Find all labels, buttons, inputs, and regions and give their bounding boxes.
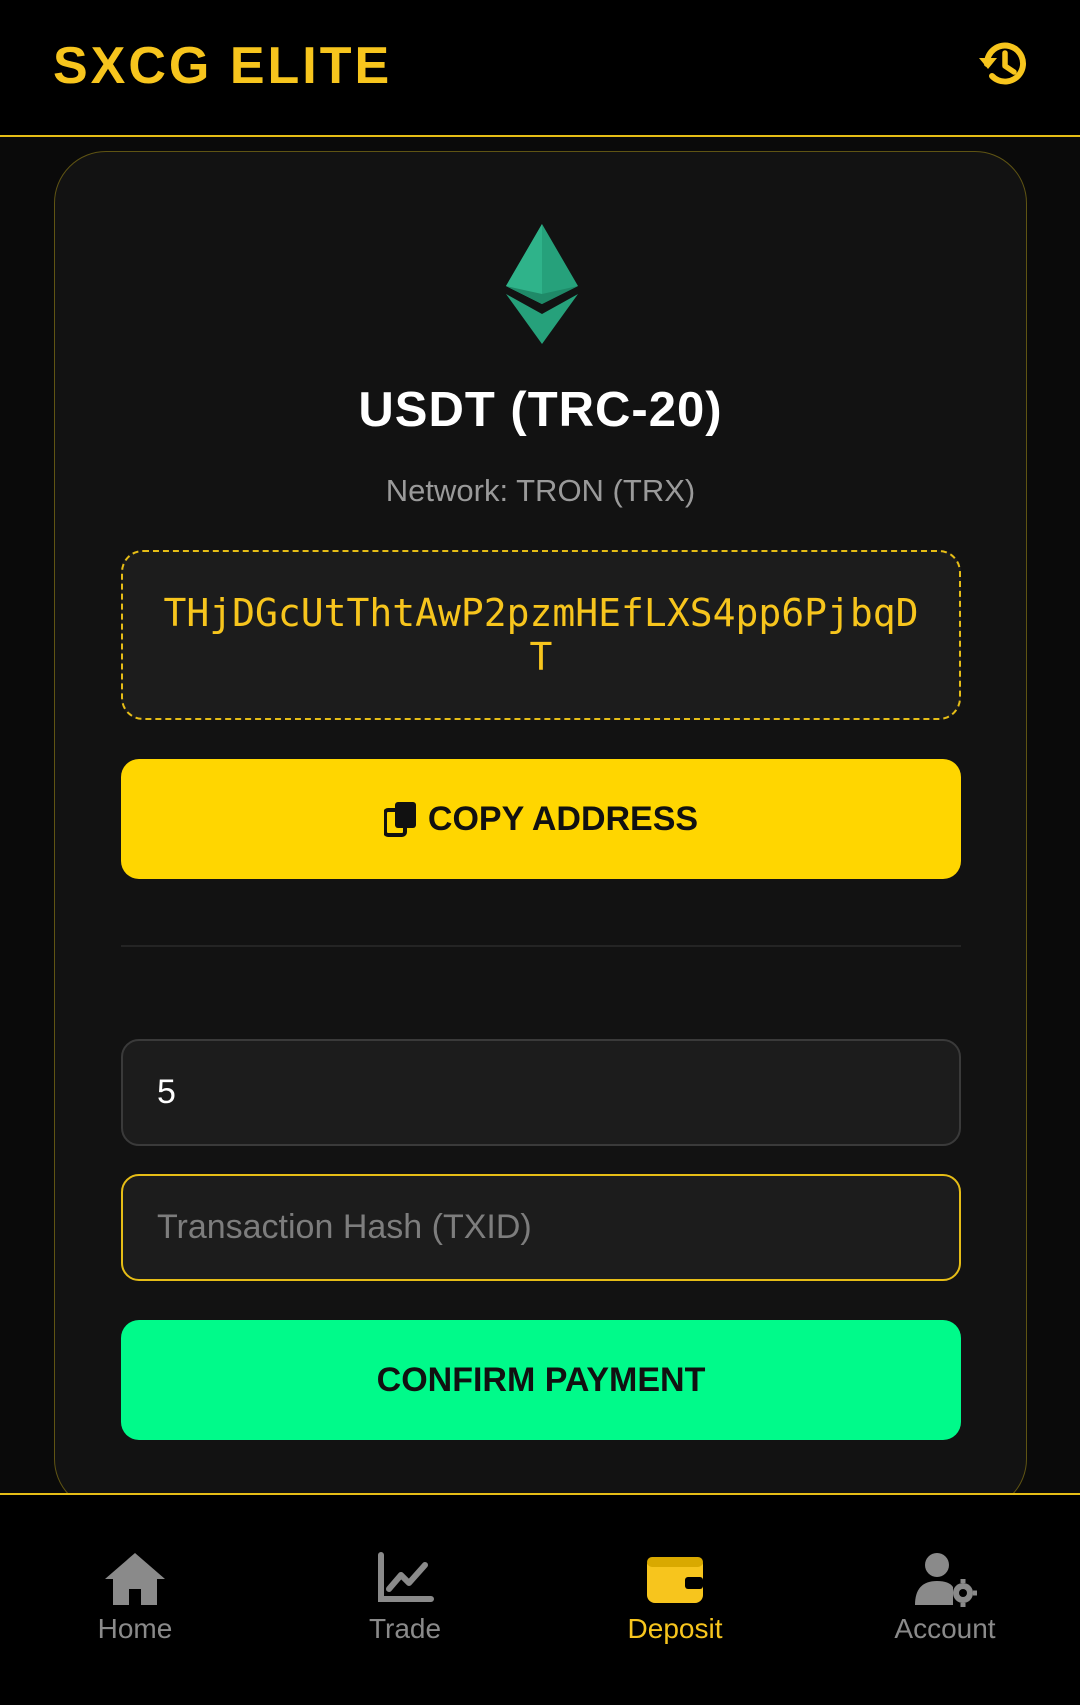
- copy-address-label: COPY ADDRESS: [427, 799, 699, 838]
- app-header: SXCG ELITE: [0, 0, 1080, 137]
- chart-line-icon: [378, 1552, 434, 1602]
- nav-item-account[interactable]: Account: [845, 1551, 1045, 1651]
- wallet-address-box[interactable]: THjDGcUtThtAwP2pzmHEfLXS4pp6PjbqDT: [121, 550, 961, 720]
- confirm-payment-button[interactable]: CONFIRM PAYMENT: [121, 1320, 961, 1440]
- divider: [121, 945, 961, 947]
- nav-label-trade: Trade: [368, 1613, 442, 1644]
- copy-icon: [383, 802, 416, 837]
- copy-address-button[interactable]: COPY ADDRESS: [121, 759, 961, 879]
- coin-title: USDT (TRC-20): [358, 383, 723, 437]
- network-label: Network: TRON (TRX): [385, 473, 696, 508]
- nav-label-home: Home: [97, 1613, 173, 1644]
- wallet-address: THjDGcUtThtAwP2pzmHEfLXS4pp6PjbqDT: [163, 591, 919, 679]
- home-icon: [105, 1553, 165, 1605]
- nav-label-deposit: Deposit: [627, 1613, 723, 1644]
- nav-item-trade[interactable]: Trade: [305, 1551, 505, 1651]
- history-icon[interactable]: [975, 36, 1031, 92]
- user-gear-icon: [915, 1553, 977, 1607]
- ethereum-icon: [500, 224, 584, 344]
- deposit-card: USDT (TRC-20) Network: TRON (TRX) THjDGc…: [54, 151, 1027, 1511]
- bottom-nav: Home Trade Deposit Account: [0, 1493, 1080, 1705]
- amount-input[interactable]: [157, 1073, 925, 1112]
- nav-item-deposit[interactable]: Deposit: [575, 1551, 775, 1651]
- brand-title: SXCG ELITE: [53, 37, 393, 95]
- deposit-screen: SXCG ELITE USDT (TRC-20) Network: TRON (…: [0, 0, 1080, 1705]
- txid-field[interactable]: [121, 1174, 961, 1281]
- nav-label-account: Account: [894, 1613, 996, 1644]
- txid-input[interactable]: [157, 1208, 925, 1247]
- wallet-icon: [647, 1557, 703, 1603]
- amount-field[interactable]: [121, 1039, 961, 1146]
- nav-item-home[interactable]: Home: [35, 1551, 235, 1651]
